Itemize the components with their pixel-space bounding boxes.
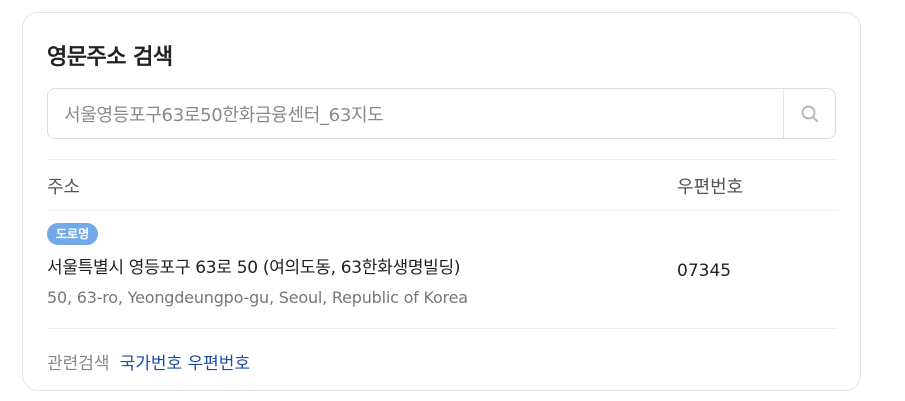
road-name-badge: 도로명	[47, 223, 99, 245]
english-address-search-card: 영문주소 검색 주소 우편번호 도로명 서울특별시 영등포구 63로 50 (여…	[22, 12, 861, 391]
column-header-zipcode: 우편번호	[677, 177, 744, 198]
address-english: 50, 63-ro, Yeongdeungpo-gu, Seoul, Repub…	[47, 288, 468, 307]
related-link-country-code-zipcode[interactable]: 국가번호 우편번호	[120, 349, 251, 374]
zipcode-value: 07345	[677, 261, 732, 281]
column-header-address: 주소	[47, 177, 81, 198]
divider-header	[47, 210, 838, 211]
search-box	[47, 88, 836, 139]
search-input[interactable]	[48, 89, 783, 138]
search-icon	[801, 105, 818, 122]
related-search: 관련검색 국가번호 우편번호	[47, 349, 250, 374]
related-search-label: 관련검색	[47, 354, 110, 374]
divider-top	[47, 159, 838, 160]
address-korean: 서울특별시 영등포구 63로 50 (여의도동, 63한화생명빌딩)	[47, 258, 461, 278]
divider-bottom	[47, 328, 838, 329]
card-title: 영문주소 검색	[47, 45, 173, 70]
search-button[interactable]	[783, 89, 835, 138]
